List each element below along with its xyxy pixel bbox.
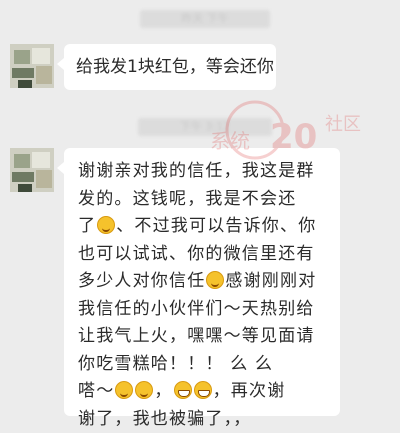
message-text: ， [154,381,172,401]
message-text: ，再次谢 [213,381,286,401]
smirk-emoji-icon [97,216,115,234]
message-text: 给我发1块红包，等会还你 [76,57,274,77]
message-line: 你吃雪糕哈！！！ 么 么 [78,351,330,379]
message-bubble[interactable]: 谢谢亲对我的信任，我这是群 发的。这钱呢，我是不会还 了、不过我可以告诉你、你 … [64,148,340,416]
message-line: 嗒～ ， ，再次谢 [78,378,330,406]
message-line: 我信任的小伙伴们～天热别给 [78,296,330,324]
smirk-emoji-icon [206,271,224,289]
message-text: 了 [78,216,96,236]
message-line: 发的。这钱呢，我是不会还 [78,186,330,214]
message-bubble[interactable]: 给我发1块红包，等会还你 [64,44,276,90]
message-text: 、不过我可以告诉你、你 [116,216,316,236]
grin-emoji-icon [194,381,212,399]
message-text: 感谢刚刚对 [225,271,316,291]
smirk-emoji-icon [135,381,153,399]
message-line: 多少人对你信任感谢刚刚对 [78,268,330,296]
timestamp-blurred: 昨天 下午 [140,10,270,28]
message-line: 让我气上火，嘿嘿～等见面请 [78,323,330,351]
message-text: 嗒～ [78,381,114,401]
timestamp-blurred: 下午 3:12 [138,118,272,136]
message-line: 谢了，我也被骗了，， [78,406,330,433]
smirk-emoji-icon [115,381,133,399]
message-line: 了、不过我可以告诉你、你 [78,213,330,241]
message-line: 谢谢亲对我的信任，我这是群 [78,158,330,186]
grin-emoji-icon [174,381,192,399]
sender-avatar[interactable] [10,148,54,192]
sender-avatar[interactable] [10,44,54,88]
message-line: 也可以试试、你的微信里还有 [78,241,330,269]
watermark-suffix: 社区 [325,114,361,135]
message-text: 多少人对你信任 [78,271,205,291]
